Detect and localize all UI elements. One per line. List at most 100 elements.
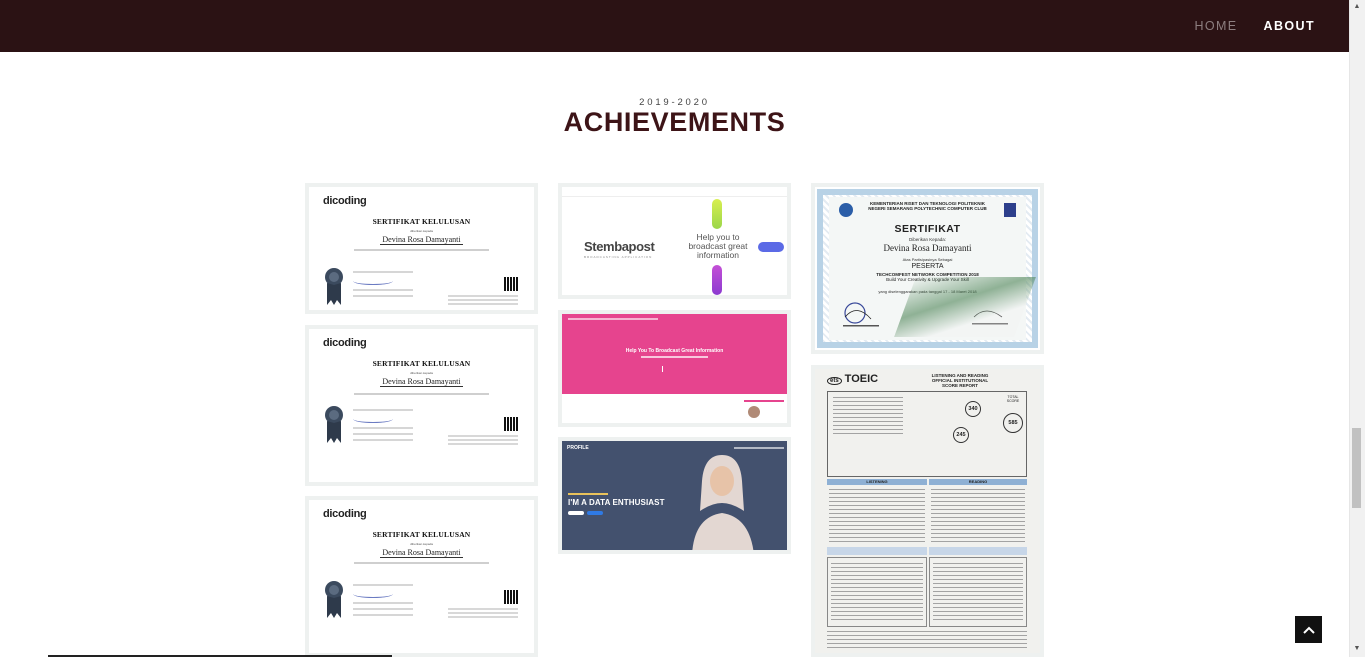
hero-cta — [662, 366, 692, 372]
nav-about-link[interactable]: ABOUT — [1264, 19, 1315, 33]
certificate-given-to: Diberikan Kepada: — [908, 237, 947, 242]
avatar — [748, 406, 760, 418]
reading-description — [931, 489, 1025, 545]
profile-headline: I'M A DATA ENTHUSIAST — [568, 498, 665, 507]
hero-button-secondary — [587, 511, 603, 515]
toeic-report-image: ets TOEIC LISTENING AND READING OFFICIAL … — [815, 369, 1040, 653]
back-to-top-button[interactable] — [1295, 616, 1322, 643]
profile-site-screenshot: PROFILE I'M A DATA ENTHUSIAST — [562, 441, 787, 550]
certificate-role: PESERTA — [911, 263, 944, 270]
qr-code — [504, 590, 518, 604]
qr-code — [504, 417, 518, 431]
certificate-image: dicoding SERTIFIKAT KELULUSAN diberikan … — [309, 329, 534, 482]
toeic-brand: ets TOEIC — [827, 373, 878, 385]
gallery-item-toeic-report[interactable]: ets TOEIC LISTENING AND READING OFFICIAL … — [811, 365, 1044, 657]
broadcast-site-screenshot: Help You To Broadcast Great Information — [562, 314, 787, 423]
gallery-item-stembapost[interactable]: Stembapost BROADCASTING APPLICATION Help… — [558, 183, 791, 299]
certificate-recipient: Devina Rosa Damayanti — [380, 235, 463, 245]
dicoding-logo: dicoding — [323, 337, 367, 349]
qr-caption — [448, 295, 518, 307]
certificate-description — [354, 393, 489, 395]
certificate-description — [354, 249, 489, 251]
signature-left — [843, 302, 879, 327]
total-score-label: TOTAL SCORE — [1006, 395, 1020, 403]
gallery-item-dicoding-cert-1[interactable]: dicoding SERTIFIKAT KELULUSAN diberikan … — [305, 183, 538, 314]
stembapost-brand-sub: BROADCASTING APPLICATION — [584, 255, 653, 259]
certificate-recipient: Devina Rosa Damayanti — [380, 548, 463, 558]
hero-band — [562, 314, 787, 394]
certificate-description — [354, 562, 489, 564]
site-navbar — [562, 187, 787, 197]
person-photo — [692, 455, 754, 550]
total-score: 585 — [1003, 413, 1023, 433]
profile-site-label: PROFILE — [567, 445, 589, 451]
medal-icon — [325, 581, 343, 618]
qr-caption — [448, 435, 518, 447]
scroll-down-arrow-icon[interactable]: ▼ — [1352, 644, 1362, 654]
signature-block — [353, 409, 413, 445]
stembapost-brand: Stembapost — [584, 239, 655, 254]
hero-eyebrow — [568, 493, 608, 495]
nav-links: HOME ABOUT — [1194, 0, 1315, 52]
footnote — [827, 631, 1027, 651]
certificate-title: SERTIFIKAT KELULUSAN — [372, 359, 471, 368]
gallery-item-dicoding-cert-3[interactable]: dicoding SERTIFIKAT KELULUSAN diberikan … — [305, 496, 538, 657]
signature-block — [353, 271, 413, 301]
qr-code — [504, 277, 518, 291]
certificate-recipient: Devina Rosa Damayanti — [380, 377, 463, 387]
abilities-rows-left — [831, 563, 923, 623]
photo-glare — [894, 277, 1036, 337]
signature-block — [353, 584, 413, 620]
nav-home-link[interactable]: HOME — [1194, 19, 1237, 33]
site-navbar — [734, 447, 784, 449]
stembapost-tagline: Help you to broadcast great information — [688, 232, 748, 260]
page-scrollbar[interactable] — [1349, 0, 1365, 657]
abilities-header-left — [827, 547, 927, 555]
certificate-given-to: diberikan kepada — [410, 229, 433, 233]
certificate-header: KEMENTERIAN RISET DAN TEKNOLOGI POLITEKN… — [868, 201, 987, 211]
certificate-as: Atas Partisipasinya Sebagai — [902, 257, 953, 262]
gallery-item-polytechnic-cert[interactable]: KEMENTERIAN RISET DAN TEKNOLOGI POLITEKN… — [811, 183, 1044, 354]
certificate-image: dicoding SERTIFIKAT KELULUSAN diberikan … — [309, 500, 534, 653]
hero-subline — [640, 356, 709, 358]
gallery-item-profile-site[interactable]: PROFILE I'M A DATA ENTHUSIAST — [558, 437, 791, 554]
stembapost-screenshot: Stembapost BROADCASTING APPLICATION Help… — [562, 187, 787, 295]
site-cta-button — [758, 242, 784, 252]
certificate-image: dicoding SERTIFIKAT KELULUSAN diberikan … — [309, 187, 534, 310]
reading-label: READING — [968, 479, 988, 484]
medal-icon — [325, 406, 343, 443]
section-title: ACHIEVEMENTS — [563, 107, 786, 137]
dicoding-logo: dicoding — [323, 195, 367, 207]
site-navbar — [568, 318, 658, 320]
medal-icon — [325, 268, 343, 305]
top-navbar: HOME ABOUT — [0, 0, 1349, 52]
abilities-header-right — [929, 547, 1027, 555]
ets-icon: ets — [827, 377, 842, 385]
certificate-title: SERTIFIKAT — [894, 223, 961, 235]
qr-caption — [448, 608, 518, 620]
certificate-title: SERTIFIKAT KELULUSAN — [372, 217, 471, 226]
candidate-info — [833, 397, 903, 437]
dicoding-logo: dicoding — [323, 508, 367, 520]
decor-pill-purple — [712, 265, 722, 295]
reading-score: 245 — [953, 427, 969, 443]
certificate-given-to: diberikan kepada — [410, 371, 433, 375]
abilities-rows-right — [933, 563, 1023, 623]
gallery-item-dicoding-cert-2[interactable]: dicoding SERTIFIKAT KELULUSAN diberikan … — [305, 325, 538, 486]
certificate-given-to: diberikan kepada — [410, 542, 433, 546]
listening-score: 340 — [965, 401, 981, 417]
certificate-title: SERTIFIKAT KELULUSAN — [372, 530, 471, 539]
listening-label: LISTENING — [866, 479, 888, 484]
scroll-up-arrow-icon[interactable]: ▲ — [1352, 2, 1362, 12]
listening-description — [829, 489, 925, 545]
certificate-image: KEMENTERIAN RISET DAN TEKNOLOGI POLITEKN… — [815, 187, 1040, 350]
scrollbar-thumb[interactable] — [1352, 428, 1361, 508]
chevron-up-icon — [1302, 626, 1315, 634]
decor-pill-green — [712, 199, 722, 229]
certificate-recipient: Devina Rosa Damayanti — [883, 243, 972, 253]
section-tag — [744, 400, 784, 402]
report-heading: LISTENING AND READING OFFICIAL INSTITUTI… — [931, 373, 989, 388]
gallery-item-broadcast-site[interactable]: Help You To Broadcast Great Information — [558, 310, 791, 427]
hero-button-primary — [568, 511, 584, 515]
hero-headline: Help You To Broadcast Great Information — [625, 348, 724, 354]
